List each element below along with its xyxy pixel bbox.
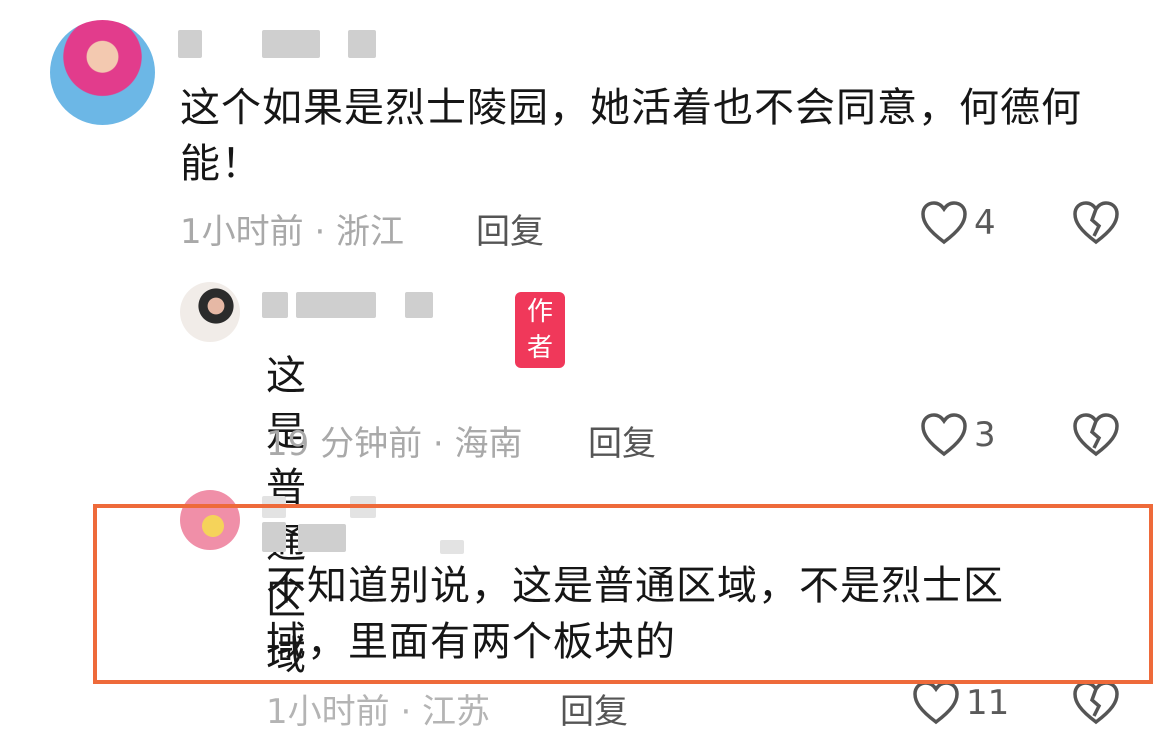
blurred-username: [296, 292, 376, 318]
reply-button[interactable]: 回复: [476, 204, 544, 253]
reply-button[interactable]: 回复: [560, 684, 628, 733]
reply-button[interactable]: 回复: [588, 416, 656, 465]
comment-meta: 1小时前 · 浙江: [180, 212, 405, 252]
author-badge: 作者: [515, 292, 566, 368]
like-button[interactable]: 3: [920, 412, 996, 458]
blurred-username: [178, 30, 202, 58]
like-count: 11: [966, 683, 1010, 723]
broken-heart-icon: [1073, 201, 1119, 245]
comment-meta: 1小时前 · 江苏: [266, 692, 491, 732]
like-count: 4: [974, 203, 996, 243]
heart-outline-icon: [921, 413, 967, 457]
dislike-button[interactable]: [1072, 412, 1120, 462]
blurred-username: [405, 292, 433, 318]
blurred-username: [262, 292, 288, 318]
blurred-username: [348, 30, 376, 58]
highlight-box: [93, 504, 1153, 684]
comment-text: 这个如果是烈士陵园，她活着也不会同意，何德何能！: [180, 85, 1082, 187]
heart-outline-icon: [921, 201, 967, 245]
broken-heart-icon: [1073, 413, 1119, 457]
dislike-button[interactable]: [1072, 680, 1120, 730]
dislike-button[interactable]: [1072, 200, 1120, 250]
comment-meta: 19 分钟前 · 海南: [266, 424, 523, 464]
like-count: 3: [974, 415, 996, 455]
blurred-username: [262, 30, 320, 58]
heart-outline-icon: [913, 681, 959, 725]
like-button[interactable]: 4: [920, 200, 996, 246]
avatar[interactable]: [180, 282, 240, 342]
like-button[interactable]: 11: [912, 680, 1009, 726]
broken-heart-icon: [1073, 681, 1119, 725]
avatar[interactable]: [50, 20, 155, 125]
